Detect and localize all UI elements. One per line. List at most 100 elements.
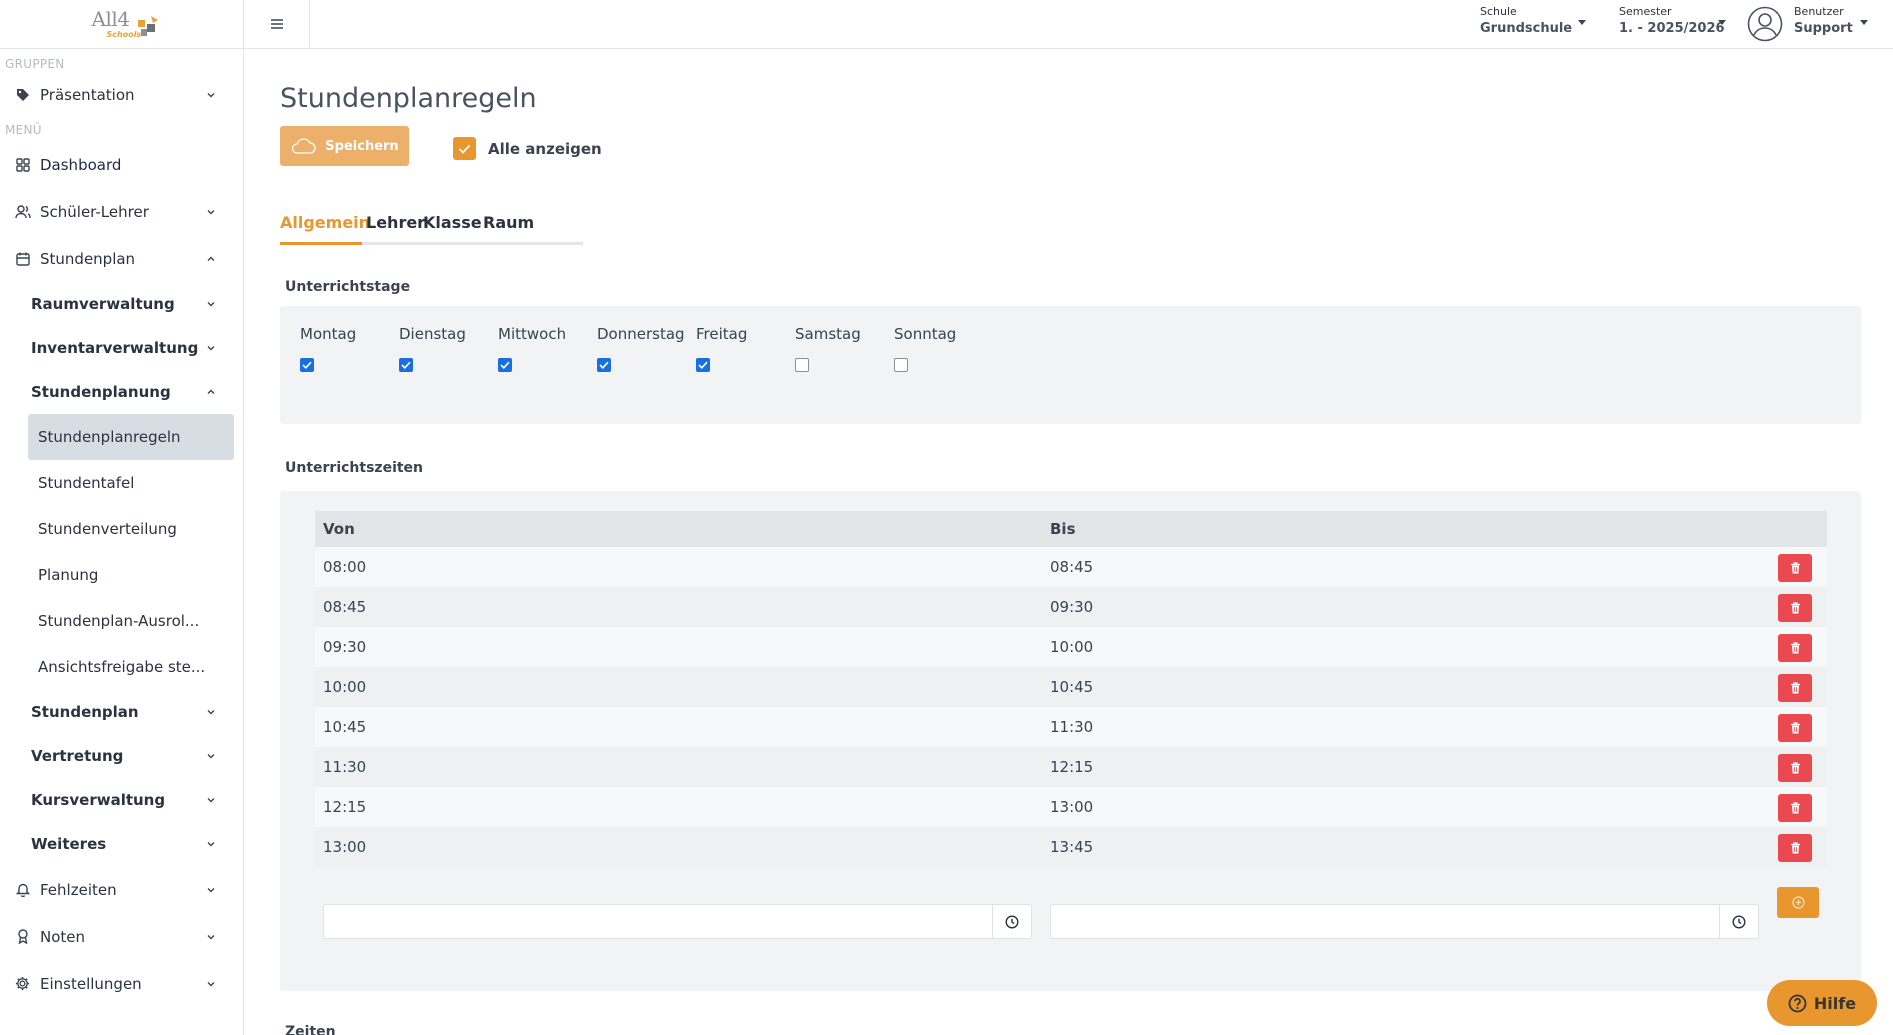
sidebar-leaf-stundenverteilung[interactable]: Stundenverteilung xyxy=(0,506,233,552)
checkbox-checked-icon xyxy=(453,137,476,160)
time-to-cell: 10:00 xyxy=(1050,638,1094,656)
times-section-title: Zeiten xyxy=(285,1024,336,1035)
delete-row-button[interactable] xyxy=(1778,754,1812,782)
tab-allgemein[interactable]: Allgemein xyxy=(280,210,370,245)
day-dienstag: Dienstag xyxy=(399,325,466,372)
sidebar-sub-stundenplanung[interactable]: Stundenplanung xyxy=(0,370,243,414)
tab-bar: Allgemein Lehrer Klasse Raum xyxy=(280,210,583,245)
day-checkbox[interactable] xyxy=(894,358,908,372)
day-label: Montag xyxy=(300,325,357,343)
sidebar-sub-raumverwaltung[interactable]: Raumverwaltung xyxy=(0,282,243,326)
sidebar: All4 Schools GRUPPEN Präsentation MENÜ D… xyxy=(0,0,244,1035)
day-checkbox[interactable] xyxy=(498,358,512,372)
table-row: 13:00 13:45 xyxy=(315,827,1827,867)
tag-icon xyxy=(14,87,31,104)
sidebar-item-einstellungen[interactable]: Einstellungen xyxy=(0,960,243,1007)
sidebar-item-schueler-lehrer[interactable]: Schüler-Lehrer xyxy=(0,188,243,235)
day-checkbox[interactable] xyxy=(597,358,611,372)
help-button-label: Hilfe xyxy=(1813,993,1857,1013)
clock-icon[interactable] xyxy=(992,905,1031,938)
save-button[interactable]: Speichern xyxy=(280,126,409,166)
time-from-cell: 08:45 xyxy=(323,598,367,616)
sidebar-leaf-stundenplanregeln[interactable]: Stundenplanregeln xyxy=(28,414,234,460)
cloud-icon xyxy=(292,138,316,154)
table-row: 10:45 11:30 xyxy=(315,707,1827,747)
new-time-to xyxy=(1050,904,1759,939)
school-selector[interactable]: Schule Grundschule xyxy=(1480,5,1586,36)
topbar: Schule Grundschule Semester 1. - 2025/20… xyxy=(244,0,1893,49)
day-freitag: Freitag xyxy=(696,325,747,372)
chevron-down-icon xyxy=(205,884,217,896)
delete-row-button[interactable] xyxy=(1778,674,1812,702)
table-row: 09:30 10:00 xyxy=(315,627,1827,667)
caret-down-icon xyxy=(1718,20,1726,25)
sidebar-sub-label: Weiteres xyxy=(31,835,107,853)
sidebar-sub-label: Raumverwaltung xyxy=(31,295,175,313)
delete-row-button[interactable] xyxy=(1778,794,1812,822)
sidebar-sub-kursverwaltung[interactable]: Kursverwaltung xyxy=(0,778,243,822)
user-avatar-icon[interactable] xyxy=(1747,6,1783,42)
sidebar-item-noten[interactable]: Noten xyxy=(0,913,243,960)
time-to-input[interactable] xyxy=(1051,905,1718,938)
bell-icon xyxy=(14,881,31,898)
user-selector[interactable]: Benutzer Support xyxy=(1794,5,1868,36)
sidebar-leaf-stundenplan-ausrollen[interactable]: Stundenplan-Ausrol... xyxy=(0,598,233,644)
delete-row-button[interactable] xyxy=(1778,834,1812,862)
day-checkbox[interactable] xyxy=(399,358,413,372)
checkmark-icon xyxy=(599,361,609,369)
sidebar-item-fehlzeiten[interactable]: Fehlzeiten xyxy=(0,866,243,913)
time-from-cell: 10:45 xyxy=(323,718,367,736)
logo-subtext: Schools xyxy=(106,30,142,39)
sidebar-sub-inventarverwaltung[interactable]: Inventarverwaltung xyxy=(0,326,243,370)
help-button[interactable]: Hilfe xyxy=(1767,980,1877,1026)
sidebar-sub-vertretung[interactable]: Vertretung xyxy=(0,734,243,778)
sidebar-item-label: Schüler-Lehrer xyxy=(40,202,149,221)
add-time-button[interactable] xyxy=(1777,887,1819,918)
question-circle-icon xyxy=(1788,994,1807,1012)
sidebar-leaf-ansichtsfreigabe[interactable]: Ansichtsfreigabe ste... xyxy=(0,644,233,690)
sidebar-item-label: Dashboard xyxy=(40,155,122,174)
sidebar-leaf-planung[interactable]: Planung xyxy=(0,552,233,598)
table-row: 08:45 09:30 xyxy=(315,587,1827,627)
hamburger-icon xyxy=(270,19,283,29)
tab-raum[interactable]: Raum xyxy=(483,210,534,245)
grid-icon xyxy=(14,156,31,173)
sidebar-sub-stundenplan[interactable]: Stundenplan xyxy=(0,690,243,734)
time-from-cell: 12:15 xyxy=(323,798,367,816)
chevron-down-icon xyxy=(205,342,217,354)
sidebar-sub-label: Vertretung xyxy=(31,747,124,765)
chevron-down-icon xyxy=(205,750,217,762)
sidebar-sub-weiteres[interactable]: Weiteres xyxy=(0,822,243,866)
clock-icon[interactable] xyxy=(1719,905,1758,938)
sidebar-item-praesentation[interactable]: Präsentation xyxy=(0,75,243,115)
app-logo[interactable]: All4 Schools xyxy=(84,6,160,42)
tab-lehrer[interactable]: Lehrer xyxy=(366,210,425,245)
day-label: Donnerstag xyxy=(597,325,685,343)
day-checkbox[interactable] xyxy=(300,358,314,372)
day-checkbox[interactable] xyxy=(795,358,809,372)
sidebar-item-label: Noten xyxy=(40,927,86,946)
day-checkbox[interactable] xyxy=(696,358,710,372)
time-from-cell: 11:30 xyxy=(323,758,367,776)
gear-icon xyxy=(14,975,31,992)
school-selector-label: Schule xyxy=(1480,5,1517,18)
chevron-up-icon xyxy=(205,386,217,398)
time-to-cell: 11:30 xyxy=(1050,718,1094,736)
page-title: Stundenplanregeln xyxy=(280,83,537,114)
delete-row-button[interactable] xyxy=(1778,594,1812,622)
sidebar-leaf-stundentafel[interactable]: Stundentafel xyxy=(0,460,233,506)
delete-row-button[interactable] xyxy=(1778,714,1812,742)
time-from-input[interactable] xyxy=(324,905,991,938)
semester-selector[interactable]: Semester 1. - 2025/2026 xyxy=(1619,5,1726,36)
delete-row-button[interactable] xyxy=(1778,554,1812,582)
sidebar-item-dashboard[interactable]: Dashboard xyxy=(0,141,243,188)
calendar-icon xyxy=(14,250,31,267)
delete-row-button[interactable] xyxy=(1778,634,1812,662)
show-all-checkbox[interactable]: Alle anzeigen xyxy=(453,137,602,160)
sidebar-item-stundenplan[interactable]: Stundenplan xyxy=(0,235,243,282)
day-label: Mittwoch xyxy=(498,325,567,343)
chevron-down-icon xyxy=(205,206,217,218)
menu-toggle-button[interactable] xyxy=(244,0,310,48)
chevron-down-icon xyxy=(205,838,217,850)
tab-klasse[interactable]: Klasse xyxy=(423,210,482,245)
